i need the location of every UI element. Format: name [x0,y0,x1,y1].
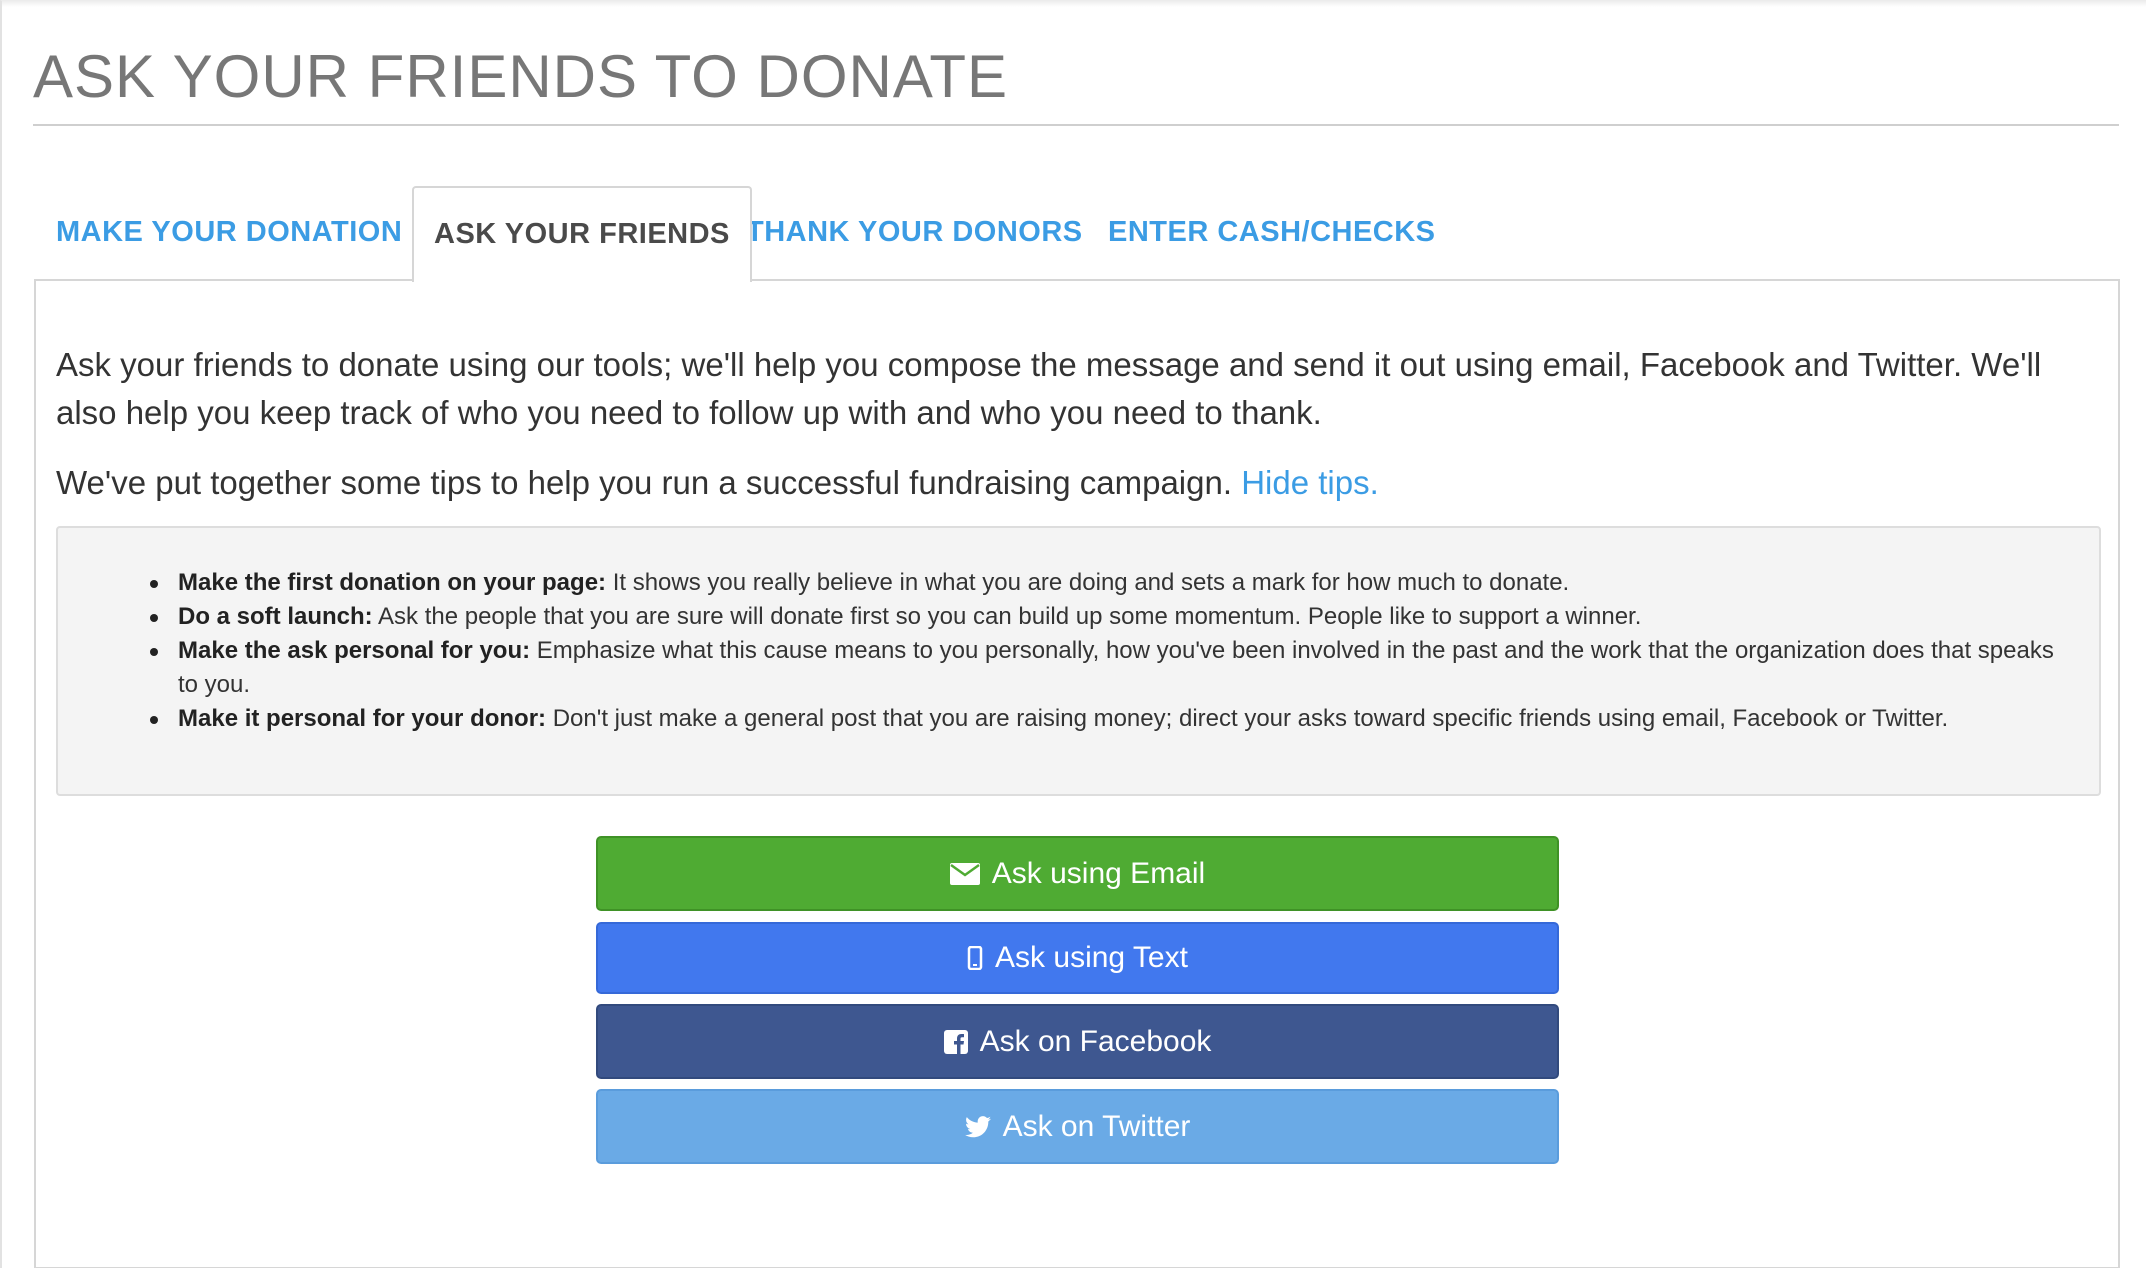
ask-facebook-button[interactable]: Ask on Facebook [596,1004,1559,1079]
tab-panel: Ask your friends to donate using our too… [34,279,2120,1268]
tip-title: Make the ask personal for you: [178,637,531,664]
page-title: ASK YOUR FRIENDS TO DONATE [33,43,1009,110]
ask-text-button[interactable]: Ask using Text [596,922,1559,994]
tab-make-your-donation[interactable]: MAKE YOUR DONATION [56,186,402,280]
envelope-icon [949,862,980,885]
tips-box: Make the first donation on your page: It… [56,526,2101,796]
tip-item: Make the ask personal for you: Emphasize… [150,634,2078,702]
tip-text: Ask the people that you are sure will do… [372,603,1642,630]
ask-text-label: Ask using Text [995,941,1188,974]
tip-text: It shows you really believe in what you … [606,569,1570,596]
ask-twitter-label: Ask on Twitter [1002,1109,1191,1143]
facebook-icon [943,1029,968,1054]
top-shadow [2,1,2146,7]
tips-prompt-text: We've put together some tips to help you… [56,464,1233,501]
ask-email-button[interactable]: Ask using Email [596,836,1559,911]
title-divider [33,124,2119,126]
tip-title: Make it personal for your donor: [178,705,547,732]
ask-twitter-button[interactable]: Ask on Twitter [596,1089,1559,1164]
ask-email-label: Ask using Email [991,856,1206,890]
tab-enter-cash-checks[interactable]: ENTER CASH/CHECKS [1108,186,1436,280]
tip-text: Don't just make a general post that you … [546,705,1949,732]
mobile-phone-icon [967,946,983,970]
tips-list: Make the first donation on your page: It… [150,566,2078,736]
tips-prompt-line: We've put together some tips to help you… [56,459,1379,507]
tab-thank-your-donors[interactable]: THANK YOUR DONORS [746,186,1083,280]
tip-item: Do a soft launch: Ask the people that yo… [150,600,2078,634]
twitter-icon [964,1115,991,1138]
tip-item: Make it personal for your donor: Don't j… [150,702,2078,736]
tab-bar: MAKE YOUR DONATION ASK YOUR FRIENDS THAN… [34,186,2120,282]
tip-title: Make the first donation on your page: [178,569,607,596]
tab-ask-your-friends[interactable]: ASK YOUR FRIENDS [412,186,752,282]
intro-text: Ask your friends to donate using our too… [56,346,2042,431]
tip-item: Make the first donation on your page: It… [150,566,2078,600]
page: ASK YOUR FRIENDS TO DONATE MAKE YOUR DON… [0,0,2146,1268]
hide-tips-link[interactable]: Hide tips. [1241,464,1379,501]
ask-facebook-label: Ask on Facebook [979,1024,1212,1058]
tip-title: Do a soft launch: [178,603,373,630]
